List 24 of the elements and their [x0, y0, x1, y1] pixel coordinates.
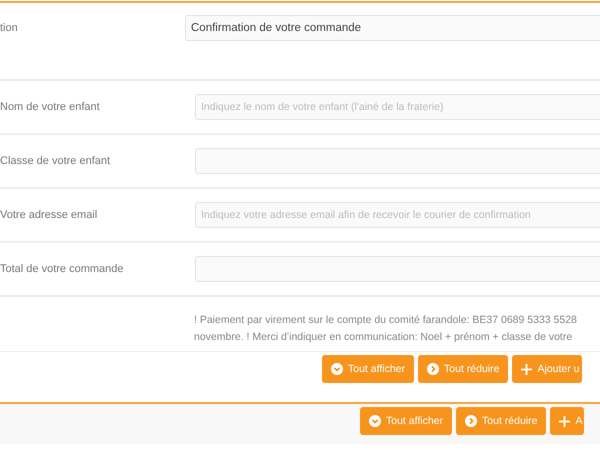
input-field[interactable] [195, 256, 600, 282]
field-label: Total de votre commande [0, 263, 125, 275]
chevron-down-icon [369, 415, 381, 427]
plus-icon [521, 364, 532, 374]
payment-notice-text: novembre. ! Merci d’indiquer en communication: Noel + prénom + classe de votre [194, 330, 574, 345]
field-label: tion [0, 21, 19, 34]
add-button[interactable]: A [550, 407, 584, 435]
field-label: Votre adresse email [0, 209, 98, 221]
chevron-down-icon [331, 363, 343, 375]
chevron-right-icon [465, 415, 478, 427]
add-button[interactable]: Ajouter u [512, 355, 582, 383]
input-field[interactable] [195, 148, 600, 174]
collapse-all-button[interactable]: Tout réduire [418, 355, 508, 383]
input-field[interactable]: Indiquez le nom de votre enfant (l'ainé de la fraterie) [195, 94, 600, 120]
field-label: Classe de votre enfant [0, 155, 112, 167]
collapse-all-button[interactable]: Tout réduire [456, 407, 546, 435]
field-label: Nom de votre enfant [0, 101, 101, 113]
input-field[interactable]: Indiquez votre adresse email afin de recevoir le courier de confirmation [195, 202, 600, 228]
expand-all-button[interactable]: Tout afficher [322, 355, 414, 383]
payment-notice-text: ! Paiement par virement sur le compte du comité farandole: BE37 0689 5333 5528 [194, 313, 578, 328]
chevron-right-icon [427, 363, 440, 375]
expand-all-button[interactable]: Tout afficher [360, 407, 452, 435]
plus-icon [559, 416, 570, 426]
input-field[interactable]: Confirmation de votre commande [185, 15, 600, 41]
